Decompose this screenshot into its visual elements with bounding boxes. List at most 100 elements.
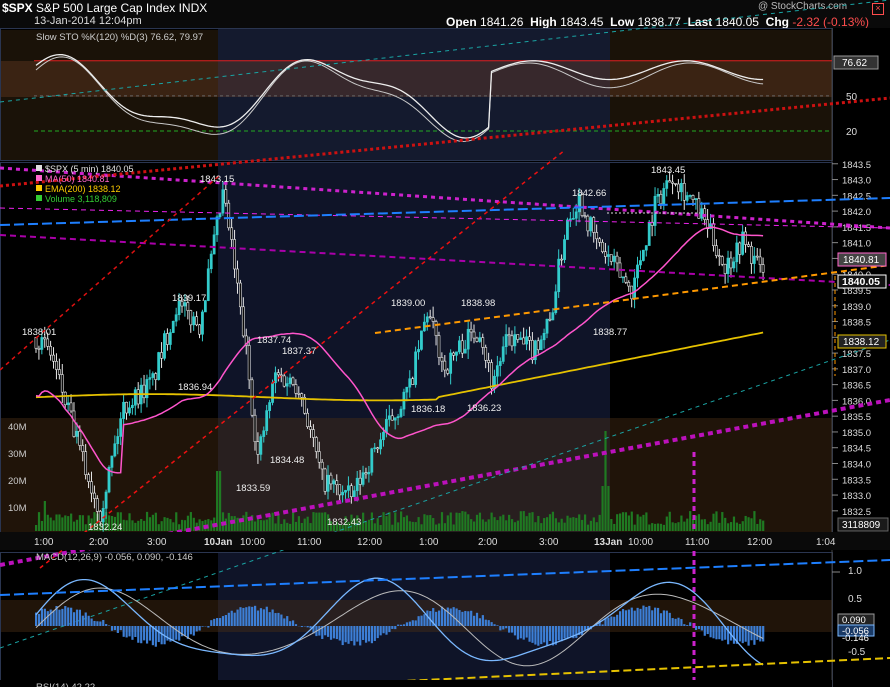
macd-histogram-bar [402,624,406,626]
macd-histogram-bar [40,608,44,626]
macd-histogram-bar [470,610,473,626]
volume-bar [651,523,654,531]
macd-histogram-bar [627,609,630,626]
volume-band [0,418,832,533]
price-annotation: 1839.17 [172,293,206,304]
price-tick-label: 1841.0 [842,239,871,250]
macd-histogram-bar [607,617,610,626]
candle-body [420,330,423,350]
candle-body [472,331,476,339]
volume-bar [67,516,70,531]
price-annotation: 1837.37 [282,346,316,357]
candle-body [563,239,566,260]
macd-histogram-bar [227,612,230,626]
candle-body [641,249,645,261]
volume-bar [259,520,263,531]
candle-body [761,264,765,273]
macd-histogram-bar [642,605,645,626]
candle-body [297,393,301,395]
macd-histogram-bar [306,626,309,628]
volume-bar [581,519,584,531]
last-value-label: 1840.05 [842,276,880,288]
macd-histogram-bar [715,626,718,640]
candle-body [417,349,420,353]
candle-body [557,258,561,293]
volume-bar [604,431,607,531]
macd-histogram-bar [78,609,81,626]
volume-bar [373,523,376,531]
volume-bar [370,512,373,531]
candle-body [52,354,55,362]
candle-body [323,468,327,492]
candle-body [90,481,93,494]
macd-histogram-bar [344,626,347,643]
candle-body [586,215,590,232]
volume-bar [560,518,563,531]
candle-body [60,374,64,393]
volume-bar [461,511,464,531]
volume-bar [738,523,741,531]
volume-bar [665,516,668,531]
macd-histogram-bar [551,626,555,646]
volume-bar [245,511,248,531]
candle-body [370,448,374,473]
candle-body [752,255,756,264]
volume-bar [569,517,572,531]
candle-body [566,219,569,240]
volume-bar [449,512,452,531]
candle-body [598,238,601,243]
candle-body [373,447,377,450]
volume-bar [727,523,730,531]
candle-body [758,256,762,265]
candle-body [682,183,686,201]
macd-histogram-bar [534,626,537,645]
candle-body [46,338,50,347]
legend-swatch [36,165,42,171]
macd-histogram-bar [569,626,572,637]
volume-bar [689,511,692,531]
volume-bar [481,519,484,531]
macd-histogram-bar [677,617,680,626]
price-tick-label: 1837.5 [842,349,871,360]
macd-histogram-bar [467,611,470,626]
candle-body [560,258,564,261]
macd-histogram-bar [759,626,762,642]
macd-histogram-bar [455,608,458,626]
volume-bar [426,515,429,531]
volume-bar [499,516,502,531]
macd-histogram-bar [654,607,657,626]
candle-body [306,412,309,427]
price-annotation: 1837.74 [257,335,291,346]
candle-body [382,431,385,441]
price-legend: $SPX (5 min) 1840.05 [45,164,134,174]
candle-body [595,232,599,240]
volume-bar [496,520,499,531]
candle-body [434,321,438,336]
volume-bar [70,513,73,531]
macd-histogram-bar [613,616,616,626]
time-axis-label: 3:00 [147,537,167,548]
macd-histogram-bar [621,609,625,626]
price-annotation: 1839.00 [391,298,425,309]
candle-body [104,491,108,509]
volume-bar [297,516,300,531]
candle-body [285,383,289,387]
volume-bar [324,512,327,531]
macd-histogram-bar [423,614,426,626]
volume-bar [753,511,756,531]
candle-body [735,242,739,263]
candle-body [639,260,642,266]
macd-histogram-bar [437,610,441,626]
volume-bar [759,519,762,531]
price-annotation: 1842.66 [572,188,606,199]
candle-body [568,218,572,221]
price-annotation: 1838.77 [593,327,627,338]
candle-body [34,336,38,349]
volume-bar [490,512,493,531]
candle-body [720,256,724,265]
macd-histogram-bar [537,626,540,646]
volume-bar [566,515,569,531]
price-tick-label: 1834.5 [842,444,871,455]
candle-body [536,340,540,351]
macd-histogram-bar [286,616,289,626]
